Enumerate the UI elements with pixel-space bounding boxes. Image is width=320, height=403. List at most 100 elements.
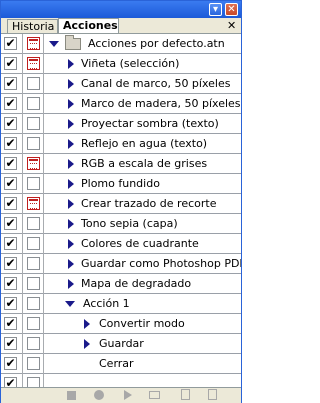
toggle-item-checkbox[interactable]: ✔: [4, 377, 17, 387]
toggle-dialog-icon[interactable]: [27, 357, 40, 370]
minimize-button[interactable]: ▾: [209, 3, 222, 16]
toggle-dialog-icon[interactable]: [27, 317, 40, 330]
toggle-dialog-icon[interactable]: [27, 277, 40, 290]
toggle-dialog-icon[interactable]: [27, 137, 40, 150]
action-row[interactable]: ✔ Colores de cuadrante: [1, 234, 241, 254]
toggle-dialog-icon[interactable]: [27, 37, 40, 50]
toggle-item-checkbox[interactable]: ✔: [4, 177, 17, 190]
palette-titlebar[interactable]: ▾ ✕: [1, 1, 241, 18]
toggle-item-checkbox[interactable]: ✔: [4, 237, 17, 250]
new-action-icon[interactable]: [181, 389, 190, 400]
collapse-triangle-icon[interactable]: [84, 319, 90, 329]
toggle-item-checkbox[interactable]: ✔: [4, 217, 17, 230]
toggle-item-checkbox[interactable]: ✔: [4, 297, 17, 310]
toggle-item-checkbox[interactable]: ✔: [4, 197, 17, 210]
toggle-item-checkbox[interactable]: ✔: [4, 117, 17, 130]
tab-historia[interactable]: Historia: [7, 19, 58, 33]
action-row[interactable]: ✔ Guardar como Photoshop PDF: [1, 254, 241, 274]
column-divider: [43, 134, 44, 154]
collapse-triangle-icon[interactable]: [68, 199, 74, 209]
collapse-triangle-icon[interactable]: [68, 59, 74, 69]
toggle-item-checkbox[interactable]: ✔: [4, 157, 17, 170]
toggle-dialog-icon[interactable]: [27, 337, 40, 350]
action-row[interactable]: ✔ Plomo fundido: [1, 174, 241, 194]
action-row[interactable]: ✔ Reflejo en agua (texto): [1, 134, 241, 154]
action-label: Guardar: [99, 337, 144, 350]
column-divider: [22, 314, 23, 334]
collapse-triangle-icon[interactable]: [68, 99, 74, 109]
collapse-triangle-icon[interactable]: [68, 139, 74, 149]
toggle-item-checkbox[interactable]: ✔: [4, 97, 17, 110]
column-divider: [22, 234, 23, 254]
column-divider: [43, 114, 44, 134]
tab-acciones[interactable]: Acciones: [58, 18, 119, 33]
column-divider: [22, 294, 23, 314]
action-row[interactable]: ✔ Canal de marco, 50 píxeles: [1, 74, 241, 94]
action-label: Acciones por defecto.atn: [88, 37, 225, 50]
close-button[interactable]: ✕: [225, 3, 238, 16]
collapse-triangle-icon[interactable]: [68, 159, 74, 169]
stop-icon[interactable]: [67, 391, 76, 400]
collapse-triangle-icon[interactable]: [84, 339, 90, 349]
action-row[interactable]: ✔ Marco de madera, 50 píxeles: [1, 94, 241, 114]
action-label: Mapa de degradado: [81, 277, 192, 290]
action-row[interactable]: ✔ Acción 1: [1, 294, 241, 314]
column-divider: [22, 54, 23, 74]
collapse-triangle-icon[interactable]: [68, 79, 74, 89]
collapse-triangle-icon[interactable]: [68, 219, 74, 229]
toggle-dialog-icon[interactable]: [27, 157, 40, 170]
toggle-item-checkbox[interactable]: ✔: [4, 337, 17, 350]
actions-panel: ▾ ✕ Historia Acciones ✕ ✔ Acciones por de…: [0, 0, 242, 403]
action-set-row[interactable]: ✔ Acciones por defecto.atn: [1, 34, 241, 54]
toggle-item-checkbox[interactable]: ✔: [4, 77, 17, 90]
toggle-item-checkbox[interactable]: ✔: [4, 137, 17, 150]
column-divider: [22, 74, 23, 94]
collapse-triangle-icon[interactable]: [68, 259, 74, 269]
action-label: Viñeta (selección): [81, 57, 180, 70]
column-divider: [43, 94, 44, 114]
action-label: Convertir modo: [99, 317, 185, 330]
action-row[interactable]: ✔ Cerrar: [1, 354, 241, 374]
toggle-dialog-icon[interactable]: [27, 57, 40, 70]
toggle-item-checkbox[interactable]: ✔: [4, 357, 17, 370]
toggle-dialog-icon[interactable]: [27, 197, 40, 210]
action-row[interactable]: ✔ Proyectar sombra (texto): [1, 114, 241, 134]
toggle-dialog-icon[interactable]: [27, 177, 40, 190]
toggle-dialog-icon[interactable]: [27, 297, 40, 310]
action-row[interactable]: ✔ Crear trazado de recorte: [1, 194, 241, 214]
toggle-dialog-icon[interactable]: [27, 97, 40, 110]
action-row[interactable]: ✔ Convertir modo: [1, 314, 241, 334]
collapse-triangle-icon[interactable]: [68, 239, 74, 249]
collapse-triangle-icon[interactable]: [68, 279, 74, 289]
toggle-item-checkbox[interactable]: ✔: [4, 277, 17, 290]
toggle-dialog-icon[interactable]: [27, 77, 40, 90]
new-set-icon[interactable]: [149, 391, 160, 399]
column-divider: [22, 354, 23, 374]
toggle-item-checkbox[interactable]: ✔: [4, 317, 17, 330]
action-row[interactable]: ✔ Viñeta (selección): [1, 54, 241, 74]
toggle-dialog-icon[interactable]: [27, 237, 40, 250]
panel-menu-close-icon[interactable]: ✕: [227, 19, 236, 32]
expand-triangle-icon[interactable]: [65, 301, 75, 307]
column-divider: [43, 274, 44, 294]
toggle-dialog-icon[interactable]: [27, 257, 40, 270]
toggle-item-checkbox[interactable]: ✔: [4, 37, 17, 50]
toggle-item-checkbox[interactable]: ✔: [4, 257, 17, 270]
action-row[interactable]: ✔ Guardar: [1, 334, 241, 354]
collapse-triangle-icon[interactable]: [68, 119, 74, 129]
action-row[interactable]: ✔ RGB a escala de grises: [1, 154, 241, 174]
trash-icon[interactable]: [208, 389, 217, 400]
toggle-item-checkbox[interactable]: ✔: [4, 57, 17, 70]
toggle-dialog-icon[interactable]: [27, 217, 40, 230]
toggle-dialog-icon[interactable]: [27, 377, 40, 387]
action-row[interactable]: ✔ Tono sepia (capa): [1, 214, 241, 234]
expand-triangle-icon[interactable]: [49, 41, 59, 47]
record-icon[interactable]: [94, 390, 104, 400]
collapse-triangle-icon[interactable]: [68, 179, 74, 189]
toggle-dialog-icon[interactable]: [27, 117, 40, 130]
column-divider: [43, 194, 44, 214]
action-row[interactable]: ✔ Mapa de degradado: [1, 274, 241, 294]
column-divider: [22, 374, 23, 387]
play-icon[interactable]: [124, 390, 132, 400]
bottom-toolbar: [1, 387, 241, 403]
